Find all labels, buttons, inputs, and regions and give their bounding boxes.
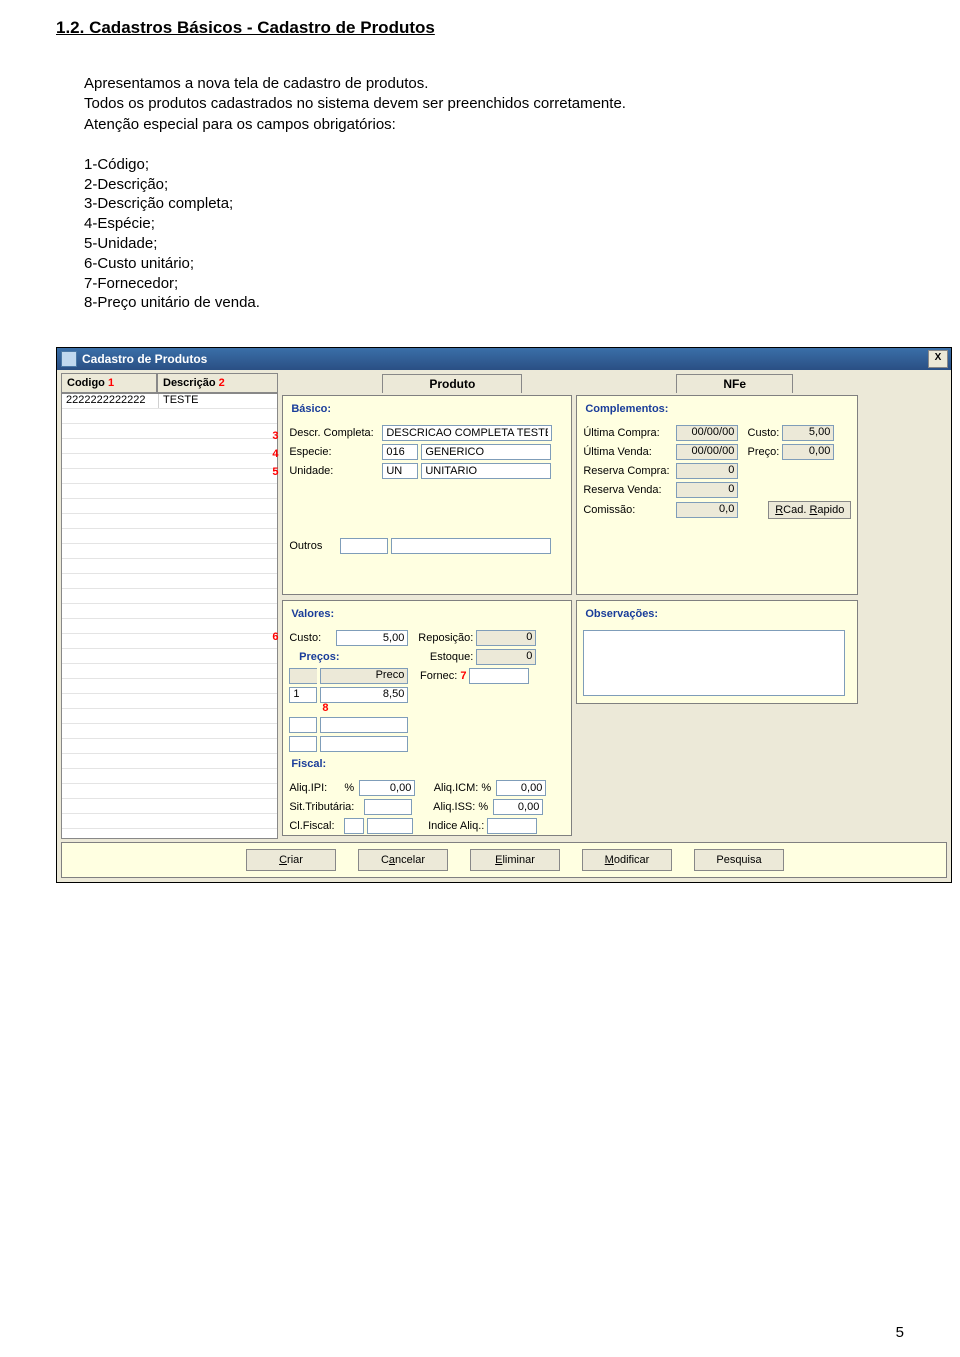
panel-valores: 6 Valores: Custo: Reposição: 0 Preços: [282,600,572,836]
close-icon[interactable]: X [928,350,948,368]
required-fields-list: 1-Código; 2-Descrição; 3-Descrição compl… [84,155,904,313]
especie-code-input[interactable] [382,444,418,460]
command-bar: Criar Cancelar Eliminar Modificar Pesqui… [61,842,947,878]
outros-name-input[interactable] [391,538,551,554]
cad-rapido-button[interactable]: RCad. RapidoCad. Rapido [768,501,851,519]
cancelar-button[interactable]: Cancelar [358,849,448,871]
tab-nfe[interactable]: NFe [676,374,793,393]
aliq-iss-input[interactable] [493,799,543,815]
app-window: Cadastro de Produtos X Codigo 1 Descriçã… [56,347,952,883]
cl-fiscal-a-input[interactable] [344,818,364,834]
intro-text: Apresentamos a nova tela de cadastro de … [84,74,804,135]
observacoes-textarea[interactable] [583,630,845,696]
col-header-descricao[interactable]: Descrição 2 [157,373,278,393]
page-title: 1.2. Cadastros Básicos - Cadastro de Pro… [56,18,904,38]
sit-trib-input[interactable] [364,799,412,815]
cl-fiscal-b-input[interactable] [367,818,413,834]
eliminar-button[interactable]: Eliminar [470,849,560,871]
unidade-code-input[interactable] [382,463,418,479]
col-header-codigo[interactable]: Codigo 1 [61,373,157,393]
product-list[interactable]: 2222222222222 TESTE [61,393,278,839]
title-bar: Cadastro de Produtos X [57,348,951,370]
pesquisa-button[interactable]: Pesquisa [694,849,784,871]
especie-name-input[interactable] [421,444,551,460]
descricao-completa-input[interactable] [382,425,552,441]
panel-complementos: Complementos: Última Compra: 00/00/00 Cu… [576,395,858,595]
outros-code-input[interactable] [340,538,388,554]
window-title: Cadastro de Produtos [82,352,207,366]
app-icon [61,351,77,367]
criar-button[interactable]: Criar [246,849,336,871]
panel-basico: Básico: 3 4 5 Descr. Completa: Especie: [282,395,572,595]
panel-observacoes: Observações: [576,600,858,704]
unidade-name-input[interactable] [421,463,551,479]
tab-produto[interactable]: Produto [382,374,522,393]
indice-aliq-input[interactable] [487,818,537,834]
modificar-button[interactable]: Modificar [582,849,672,871]
fornec-input[interactable] [469,668,529,684]
preco-value[interactable]: 8,50 [320,687,408,703]
custo-input[interactable] [336,630,408,646]
aliq-icm-input[interactable] [496,780,546,796]
product-list-pane: Codigo 1 Descrição 2 2222222222222 TESTE [61,373,278,839]
table-row[interactable]: 2222222222222 TESTE [62,394,277,408]
aliq-ipi-input[interactable] [359,780,415,796]
page-number: 5 [896,1324,904,1341]
